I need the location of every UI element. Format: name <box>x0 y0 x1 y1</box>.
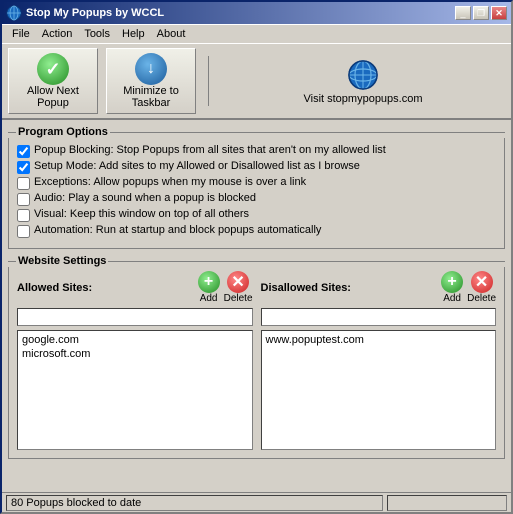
disallowed-header: Disallowed Sites: + Add <box>261 271 497 304</box>
line-right <box>110 132 505 133</box>
website-settings-title-row: Website Settings <box>8 255 505 267</box>
disallowed-add-label: Add <box>443 293 461 304</box>
exceptions-checkbox[interactable] <box>17 177 30 190</box>
checkbox-row-1: Popup Blocking: Stop Popups from all sit… <box>17 144 496 158</box>
allow-next-popup-button[interactable]: ✓ Allow Next Popup <box>8 48 98 114</box>
website-settings-title: Website Settings <box>16 255 108 267</box>
allowed-sites-title: Allowed Sites: <box>17 282 92 294</box>
disallowed-input-row <box>261 308 497 326</box>
automation-label: Automation: Run at startup and block pop… <box>34 224 321 236</box>
allowed-sites-list[interactable]: google.com microsoft.com <box>17 330 253 450</box>
disallowed-buttons: + Add ✕ Delete <box>441 271 496 304</box>
window-title: Stop My Popups by WCCL <box>26 7 164 19</box>
add-icon-disallowed: + <box>441 271 463 293</box>
allowed-delete-label: Delete <box>224 293 253 304</box>
add-icon-allowed: + <box>198 271 220 293</box>
checkbox-row-5: Visual: Keep this window on top of all o… <box>17 208 496 222</box>
website-settings-group: Website Settings Allowed Sites: + <box>8 255 505 459</box>
allow-next-line1: Allow Next <box>27 85 79 97</box>
line-left <box>8 132 16 133</box>
website-settings-box: Allowed Sites: + Add <box>8 267 505 459</box>
visual-label: Visual: Keep this window on top of all o… <box>34 208 249 220</box>
program-options-box: Popup Blocking: Stop Popups from all sit… <box>8 138 505 249</box>
popup-blocking-label: Popup Blocking: Stop Popups from all sit… <box>34 144 386 156</box>
allowed-delete-button[interactable]: ✕ Delete <box>224 271 253 304</box>
disallowed-sites-input[interactable] <box>261 308 497 326</box>
allow-next-line2: Popup <box>37 97 69 109</box>
toolbar-divider <box>208 56 209 106</box>
list-item: microsoft.com <box>20 347 250 361</box>
disallowed-delete-button[interactable]: ✕ Delete <box>467 271 496 304</box>
delete-icon-allowed: ✕ <box>227 271 249 293</box>
minimize-line2: Taskbar <box>132 97 171 109</box>
checkbox-row-2: Setup Mode: Add sites to my Allowed or D… <box>17 160 496 174</box>
visit-site-label: Visit stopmypopups.com <box>303 93 422 105</box>
audio-checkbox[interactable] <box>17 193 30 206</box>
arrow-down-icon: ↓ <box>135 53 167 85</box>
main-content: Program Options Popup Blocking: Stop Pop… <box>2 120 511 492</box>
menu-help[interactable]: Help <box>116 27 151 41</box>
program-options-title-row: Program Options <box>8 126 505 138</box>
menu-tools[interactable]: Tools <box>78 27 116 41</box>
checkmark-icon: ✓ <box>37 53 69 85</box>
visit-site-button[interactable]: Visit stopmypopups.com <box>221 57 505 105</box>
exceptions-label: Exceptions: Allow popups when my mouse i… <box>34 176 306 188</box>
delete-icon-disallowed: ✕ <box>471 271 493 293</box>
app-icon <box>6 5 22 21</box>
globe-icon <box>345 57 381 93</box>
allowed-input-row <box>17 308 253 326</box>
restore-button[interactable]: ❐ <box>473 6 489 20</box>
automation-checkbox[interactable] <box>17 225 30 238</box>
minimize-to-taskbar-button[interactable]: ↓ Minimize to Taskbar <box>106 48 196 114</box>
setup-mode-label: Setup Mode: Add sites to my Allowed or D… <box>34 160 360 172</box>
audio-label: Audio: Play a sound when a popup is bloc… <box>34 192 256 204</box>
menu-file[interactable]: File <box>6 27 36 41</box>
popup-blocking-checkbox[interactable] <box>17 145 30 158</box>
disallowed-sites-panel: Disallowed Sites: + Add <box>261 271 497 450</box>
menu-about[interactable]: About <box>151 27 192 41</box>
status-text: 80 Popups blocked to date <box>11 497 141 509</box>
allowed-add-label: Add <box>200 293 218 304</box>
allowed-sites-panel: Allowed Sites: + Add <box>17 271 253 450</box>
status-panel-secondary <box>387 495 507 511</box>
sites-container: Allowed Sites: + Add <box>17 271 496 450</box>
disallowed-add-button[interactable]: + Add <box>441 271 463 304</box>
list-item: google.com <box>20 333 250 347</box>
status-panel-main: 80 Popups blocked to date <box>6 495 383 511</box>
minimize-button[interactable]: _ <box>455 6 471 20</box>
title-bar-buttons: _ ❐ ✕ <box>455 6 507 20</box>
allowed-add-button[interactable]: + Add <box>198 271 220 304</box>
disallowed-delete-label: Delete <box>467 293 496 304</box>
disallowed-sites-list[interactable]: www.popuptest.com <box>261 330 497 450</box>
visual-checkbox[interactable] <box>17 209 30 222</box>
setup-mode-checkbox[interactable] <box>17 161 30 174</box>
disallowed-sites-title: Disallowed Sites: <box>261 282 351 294</box>
checkbox-row-3: Exceptions: Allow popups when my mouse i… <box>17 176 496 190</box>
main-window: Stop My Popups by WCCL _ ❐ ✕ File Action… <box>0 0 513 514</box>
toolbar: ✓ Allow Next Popup ↓ Minimize to Taskbar… <box>2 44 511 120</box>
menu-action[interactable]: Action <box>36 27 79 41</box>
menu-bar: File Action Tools Help About <box>2 24 511 44</box>
allowed-header: Allowed Sites: + Add <box>17 271 253 304</box>
allowed-buttons: + Add ✕ Delete <box>198 271 253 304</box>
program-options-title: Program Options <box>16 126 110 138</box>
minimize-line1: Minimize to <box>123 85 179 97</box>
checkbox-row-4: Audio: Play a sound when a popup is bloc… <box>17 192 496 206</box>
close-button[interactable]: ✕ <box>491 6 507 20</box>
line-left2 <box>8 261 16 262</box>
status-bar: 80 Popups blocked to date <box>2 492 511 512</box>
title-bar: Stop My Popups by WCCL _ ❐ ✕ <box>2 2 511 24</box>
program-options-group: Program Options Popup Blocking: Stop Pop… <box>8 126 505 249</box>
list-item: www.popuptest.com <box>264 333 494 347</box>
title-bar-left: Stop My Popups by WCCL <box>6 5 164 21</box>
checkbox-row-6: Automation: Run at startup and block pop… <box>17 224 496 238</box>
allowed-sites-input[interactable] <box>17 308 253 326</box>
line-right2 <box>108 261 505 262</box>
